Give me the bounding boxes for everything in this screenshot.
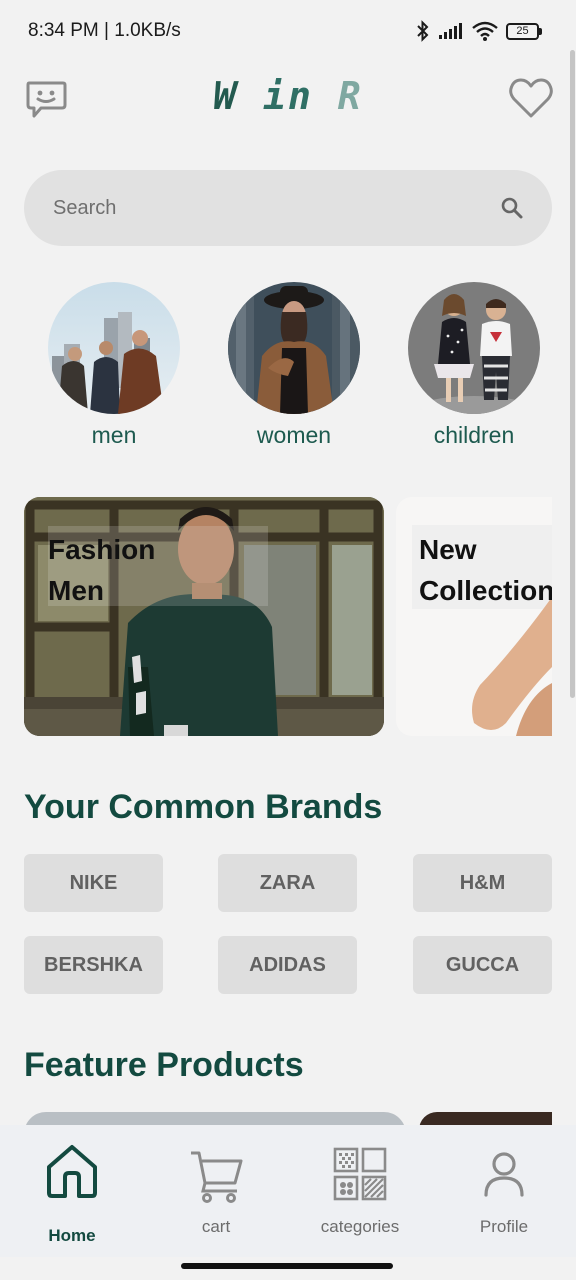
nav-categories[interactable]: categories: [288, 1125, 432, 1257]
nav-profile[interactable]: Profile: [432, 1125, 576, 1257]
cart-icon: [191, 1151, 243, 1203]
home-indicator[interactable]: [181, 1263, 393, 1269]
category-women[interactable]: women: [228, 282, 360, 449]
brand-hm-button[interactable]: H&M: [413, 854, 552, 912]
nav-home[interactable]: Home: [0, 1125, 144, 1257]
bottom-navigation: Home cart categories Profile: [0, 1125, 576, 1257]
category-children-image: [408, 282, 540, 414]
app-logo: W in R: [0, 74, 576, 118]
search-input[interactable]: [53, 196, 500, 220]
nav-profile-label: Profile: [479, 1217, 529, 1236]
battery-level: 25: [506, 22, 539, 40]
brand-bershka-button[interactable]: BERSHKA: [24, 936, 163, 994]
categories-grid-icon: [333, 1147, 387, 1201]
search-icon[interactable]: [500, 196, 524, 220]
search-bar[interactable]: [24, 170, 552, 246]
logo-letter-2: in: [263, 74, 313, 118]
feature-products-title: Feature Products: [24, 1046, 304, 1084]
wifi-icon: [472, 21, 498, 41]
category-women-image: [228, 282, 360, 414]
brand-zara-button[interactable]: ZARA: [218, 854, 357, 912]
brand-nike-button[interactable]: NIKE: [24, 854, 163, 912]
banner-fashion-men-title: Fashion Men: [48, 534, 156, 606]
category-men-image: [48, 282, 180, 414]
category-children[interactable]: children: [408, 282, 540, 449]
signal-icon: [439, 23, 462, 39]
banner-new-collection[interactable]: New Collection: [396, 497, 552, 736]
scrollbar[interactable]: [570, 50, 575, 698]
brand-gucca-button[interactable]: GUCCA: [413, 936, 552, 994]
brand-adidas-button[interactable]: ADIDAS: [218, 936, 357, 994]
brands-section-title: Your Common Brands: [24, 788, 383, 826]
bluetooth-icon: [417, 20, 429, 42]
logo-letter-1: W: [213, 74, 239, 118]
nav-cart[interactable]: cart: [144, 1125, 288, 1257]
nav-categories-label: categories: [320, 1217, 400, 1236]
category-men[interactable]: men: [48, 282, 180, 449]
status-icons: 25: [416, 20, 542, 42]
category-women-label: women: [256, 422, 332, 448]
nav-home-label: Home: [48, 1226, 96, 1245]
banner-fashion-men[interactable]: Fashion Men: [24, 497, 384, 736]
nav-cart-label: cart: [201, 1217, 231, 1236]
category-children-label: children: [433, 422, 515, 448]
favorites-heart-icon[interactable]: [508, 76, 554, 120]
app-header: W in R: [0, 70, 576, 128]
battery-icon: 25: [506, 22, 542, 40]
category-men-label: men: [91, 422, 137, 448]
profile-person-icon: [484, 1152, 524, 1197]
status-bar: 8:34 PM | 1.0KB/s 25: [0, 0, 576, 62]
status-time: 8:34 PM | 1.0KB/s: [28, 20, 181, 41]
logo-letter-3: R: [337, 74, 363, 118]
banner-new-collection-title: New Collection: [419, 534, 552, 606]
home-icon: [47, 1145, 97, 1198]
